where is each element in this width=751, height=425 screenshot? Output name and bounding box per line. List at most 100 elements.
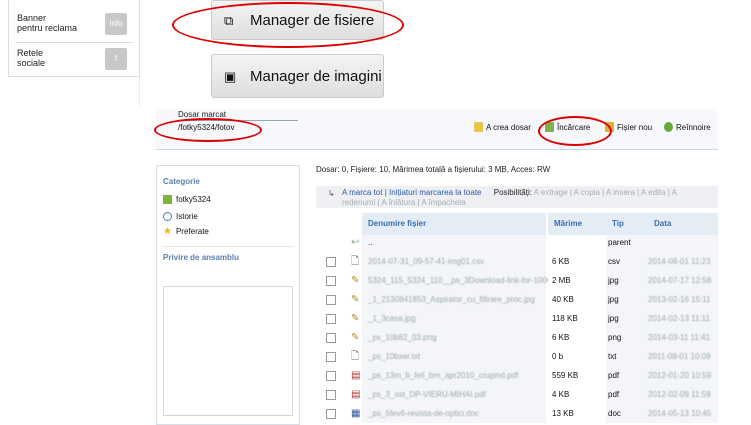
divider bbox=[139, 76, 140, 106]
header-size[interactable]: Mărime bbox=[548, 213, 606, 235]
file-type: txt bbox=[608, 352, 617, 361]
header-date[interactable]: Data bbox=[648, 213, 718, 235]
file-date: 2014-03-11 11:41 bbox=[648, 333, 710, 342]
file-manager-button[interactable]: ⧉ Manager de fisiere bbox=[211, 0, 384, 40]
table-row-parent[interactable]: ↩ .. parent bbox=[316, 234, 718, 252]
folder-path: /fotky5324/fotov bbox=[178, 123, 235, 132]
doc-file-icon: ▦ bbox=[351, 408, 361, 419]
table-row[interactable]: ✎ _1_3casa.jpg 118 KB jpg 2014-02-13 11:11 bbox=[316, 310, 718, 328]
extract-action[interactable]: A extrage bbox=[534, 188, 568, 197]
file-date: 2014-07-17 12:58 bbox=[648, 276, 712, 285]
start-marking-link[interactable]: Inițiaturi marcarea la toate bbox=[389, 188, 482, 197]
image-manager-label: Manager de imagini bbox=[250, 67, 382, 85]
row-checkbox[interactable] bbox=[326, 333, 336, 343]
table-row[interactable]: ✎ _ps_10b82_03.png 6 KB png 2014-03-11 11:41 bbox=[316, 329, 718, 347]
row-checkbox[interactable] bbox=[326, 257, 336, 267]
file-name[interactable]: 2014-07-31_09-57-41-img01.csv bbox=[368, 253, 548, 271]
row-checkbox[interactable] bbox=[326, 390, 336, 400]
actions-bar: ↳ A marca tot | Inițiaturi marcarea la t… bbox=[316, 186, 718, 208]
refresh-button[interactable]: Reînnoire bbox=[664, 122, 711, 132]
parent-name: .. bbox=[368, 238, 373, 247]
banner-item[interactable]: Banner pentru reclama Info bbox=[9, 9, 139, 41]
file-name[interactable]: 5324_115_5324_110__ps_3Download-link-for… bbox=[368, 272, 548, 290]
sidebar-item-history[interactable]: Istorie bbox=[163, 212, 198, 221]
copy-action[interactable]: A copia bbox=[574, 188, 600, 197]
header-name[interactable]: Denumire fișier bbox=[362, 213, 546, 235]
insert-action[interactable]: A insera bbox=[606, 188, 635, 197]
image-file-icon: ✎ bbox=[351, 332, 360, 343]
row-checkbox[interactable] bbox=[326, 295, 336, 305]
clock-icon bbox=[163, 212, 172, 221]
star-icon: ★ bbox=[163, 226, 172, 237]
file-name[interactable]: _ps_10b82_03.png bbox=[368, 329, 548, 347]
file-name[interactable]: _1_2130841853_Aspirator_cu_filtrare_proc… bbox=[368, 291, 548, 309]
image-manager-button[interactable]: ▣ Manager de imagini bbox=[211, 54, 384, 98]
text-file-icon: 🗋 bbox=[351, 256, 360, 267]
corner-arrow-icon: ↳ bbox=[328, 189, 335, 198]
row-checkbox[interactable] bbox=[326, 314, 336, 324]
banner-label: Banner pentru reclama bbox=[17, 13, 78, 33]
table-row[interactable]: 🗋 _ps_10bxer.txt 0 b txt 2011-08-01 10:09 bbox=[316, 348, 718, 366]
refresh-icon bbox=[664, 122, 673, 132]
file-size: 40 KB bbox=[550, 291, 606, 309]
new-file-button[interactable]: Fișier nou bbox=[605, 122, 652, 132]
overview-box bbox=[163, 286, 293, 416]
sidebar-item-label: Preferate bbox=[175, 227, 209, 236]
table-row[interactable]: ▦ _ps_5fev6-revista-de-optici.doc 13 KB doc… bbox=[316, 405, 718, 423]
table-row[interactable]: ▤ _ps_13m_b_fell_brn_apr2010_crupind.pdf 5… bbox=[316, 367, 718, 385]
file-name[interactable]: _ps_13m_b_fell_brn_apr2010_crupind.pdf bbox=[368, 367, 548, 385]
file-date: 2014-05-13 10:45 bbox=[648, 409, 712, 418]
file-size: 6 KB bbox=[550, 253, 606, 271]
image-file-icon: ✎ bbox=[351, 294, 360, 305]
row-checkbox[interactable] bbox=[326, 371, 336, 381]
file-name[interactable]: _ps_3_ost_DP-VIERU-MIHAI.pdf bbox=[368, 386, 548, 404]
text-file-icon: 🗋 bbox=[351, 351, 360, 362]
file-type: png bbox=[608, 333, 622, 342]
left-panel: Banner pentru reclama Info Retele social… bbox=[8, 0, 140, 77]
folder-label: Dosar marcat bbox=[178, 110, 227, 119]
file-name[interactable]: _1_3casa.jpg bbox=[368, 310, 548, 328]
row-checkbox[interactable] bbox=[326, 409, 336, 419]
parent-folder-icon: ↩ bbox=[351, 237, 360, 248]
create-folder-button[interactable]: A crea dosar bbox=[474, 122, 531, 132]
social-icon: f bbox=[105, 48, 127, 70]
file-size: 13 KB bbox=[550, 405, 606, 423]
divider bbox=[15, 42, 133, 43]
header-type[interactable]: Tip bbox=[606, 213, 648, 235]
sidebar-item-favorites[interactable]: ★ Preferate bbox=[163, 226, 209, 237]
folder-icon bbox=[163, 195, 172, 204]
file-type: jpg bbox=[608, 295, 619, 304]
row-checkbox[interactable] bbox=[326, 352, 336, 362]
table-row[interactable]: 🗋 2014-07-31_09-57-41-img01.csv 6 KB csv 201… bbox=[316, 253, 718, 271]
folder-info: Dosar: 0, Fișiere: 10, Mărimea totală a … bbox=[316, 165, 551, 174]
file-manager-icon: ⧉ bbox=[224, 13, 234, 28]
file-date: 2014-08-01 11:23 bbox=[648, 257, 711, 266]
divider bbox=[178, 120, 298, 121]
file-type: pdf bbox=[608, 371, 620, 380]
mark-all-link[interactable]: A marca tot bbox=[342, 188, 382, 197]
file-size: 0 b bbox=[550, 348, 606, 366]
delete-action[interactable]: A înlătura bbox=[381, 198, 415, 207]
edit-action[interactable]: A edita bbox=[641, 188, 665, 197]
row-checkbox[interactable] bbox=[326, 276, 336, 286]
sidebar-item-label: Istorie bbox=[176, 212, 198, 221]
file-type: pdf bbox=[608, 390, 620, 399]
table-row[interactable]: ▤ _ps_3_ost_DP-VIERU-MIHAI.pdf 4 KB pdf 2012… bbox=[316, 386, 718, 404]
divider bbox=[163, 246, 293, 247]
rename-action[interactable]: redenumi bbox=[342, 198, 375, 207]
zip-action[interactable]: A împacheta bbox=[421, 198, 465, 207]
table-row[interactable]: ✎ 5324_115_5324_110__ps_3Download-link-fo… bbox=[316, 272, 718, 290]
banner-icon: Info bbox=[105, 13, 127, 35]
overview-title: Privire de ansamblu bbox=[163, 253, 240, 262]
upload-icon bbox=[545, 122, 554, 132]
file-date: 2012-02-09 11:59 bbox=[648, 390, 711, 399]
image-file-icon: ✎ bbox=[351, 313, 360, 324]
table-row[interactable]: ✎ _1_2130841853_Aspirator_cu_filtrare_pro… bbox=[316, 291, 718, 309]
social-item[interactable]: Retele sociale f bbox=[9, 44, 139, 76]
sidebar-item-folder[interactable]: fotky5324 bbox=[163, 195, 211, 204]
file-name[interactable]: _ps_10bxer.txt bbox=[368, 348, 548, 366]
upload-button[interactable]: Încărcare bbox=[545, 122, 590, 132]
file-size: 4 KB bbox=[550, 386, 606, 404]
file-name[interactable]: _ps_5fev6-revista-de-optici.doc bbox=[368, 405, 548, 423]
file-size: 2 MB bbox=[550, 272, 606, 290]
